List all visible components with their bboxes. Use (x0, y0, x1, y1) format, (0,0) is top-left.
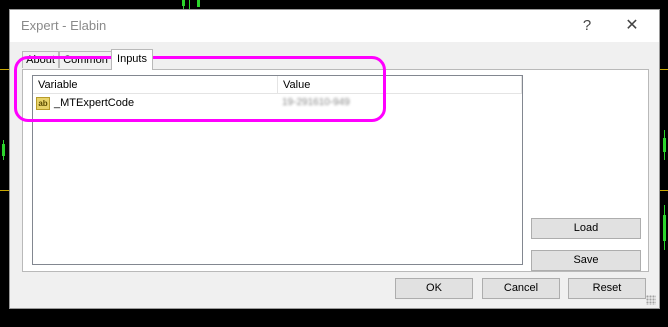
cancel-button[interactable]: Cancel (482, 278, 560, 299)
string-type-icon: ab (36, 97, 50, 110)
column-header-value[interactable]: Value (278, 76, 522, 94)
chart-candle (663, 138, 666, 152)
load-button[interactable]: Load (531, 218, 641, 239)
tab-inputs[interactable]: Inputs (111, 49, 153, 70)
title-bar[interactable]: Expert - Elabin ? ✕ (10, 10, 659, 42)
inputs-list[interactable]: Variable Value ab _MTExpertCode 19-29161… (32, 75, 523, 265)
window-title: Expert - Elabin (21, 18, 107, 33)
tab-about[interactable]: About (22, 51, 59, 68)
variable-name: _MTExpertCode (54, 97, 135, 109)
chart-candle (182, 0, 185, 6)
close-icon[interactable]: ✕ (622, 16, 642, 36)
resize-grip[interactable] (646, 295, 656, 305)
help-icon[interactable]: ? (578, 16, 596, 36)
table-row[interactable]: ab _MTExpertCode 19-291610-949 (33, 95, 521, 114)
reset-button[interactable]: Reset (568, 278, 646, 299)
chart-candle (2, 144, 5, 156)
chart-candle (197, 0, 200, 7)
expert-dialog: Expert - Elabin ? ✕ About Common Inputs … (9, 9, 660, 309)
save-button[interactable]: Save (531, 250, 641, 271)
column-header-variable[interactable]: Variable (33, 76, 278, 94)
variable-value[interactable]: 19-291610-949 (282, 97, 350, 108)
chart-candle (189, 0, 190, 9)
ok-button[interactable]: OK (395, 278, 473, 299)
tab-common[interactable]: Common (59, 51, 112, 68)
inputs-panel: Variable Value ab _MTExpertCode 19-29161… (22, 69, 649, 272)
chart-candle (663, 215, 666, 241)
